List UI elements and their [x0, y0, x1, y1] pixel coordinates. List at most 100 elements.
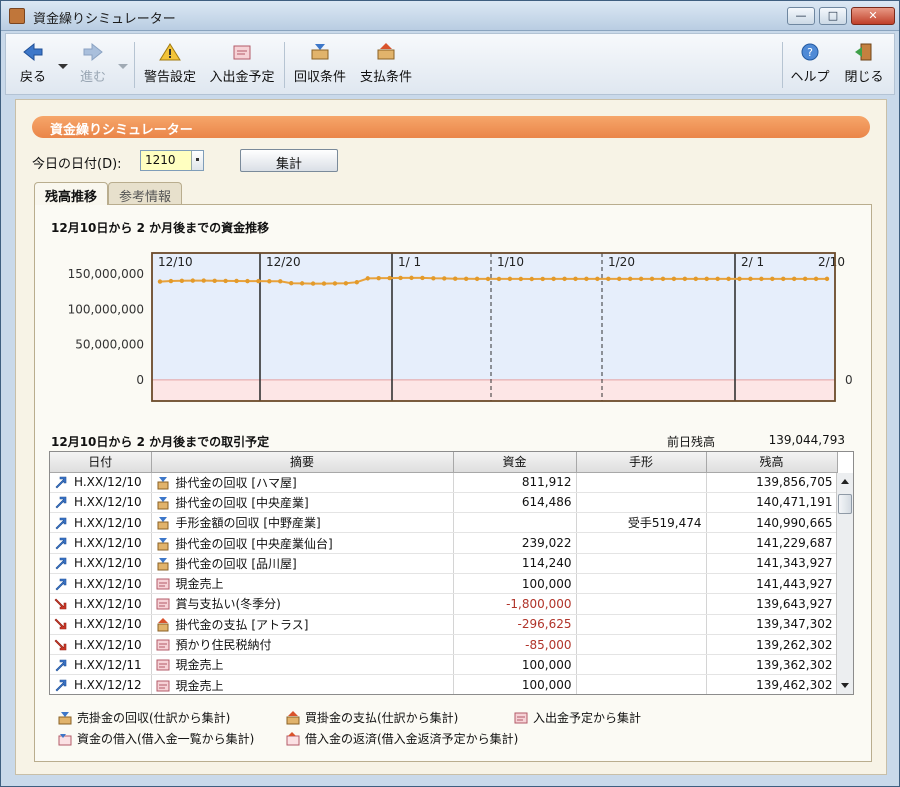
minimize-button[interactable]: — — [787, 7, 815, 25]
date-text: H.XX/12/10 — [74, 515, 142, 530]
table-header-row: 日付 摘要 資金 手形 残高 — [50, 452, 838, 473]
table-row[interactable]: H.XX/12/10 掛代金の回収 [品川屋] 114,240 141,343,927 — [50, 553, 838, 574]
legend-label-repay: 借入金の返済(借入金返済予定から集計) — [305, 732, 519, 746]
schedule-icon — [156, 658, 170, 672]
warning-icon — [159, 43, 181, 61]
description-text: 掛代金の支払 [アトラス] — [175, 617, 309, 632]
column-header-description[interactable]: 摘要 — [151, 452, 454, 473]
back-history-dropdown-icon[interactable] — [58, 64, 68, 69]
chart-data-point — [660, 276, 666, 282]
forward-history-dropdown-icon[interactable] — [118, 64, 128, 69]
note-cell — [576, 553, 707, 574]
scroll-down-icon[interactable] — [841, 683, 849, 688]
chart-data-point — [442, 276, 447, 281]
balance-chart-svg: 12/10 12/20 1/ 1 1/10 1/20 2/ 1 2/10 150,000,00… — [68, 252, 853, 402]
legend-item-repay: 借入金の返済(借入金返済予定から集計) — [285, 730, 518, 747]
description-cell: 掛代金の回収 [品川屋] — [151, 553, 454, 574]
date-cell: H.XX/12/10 — [50, 593, 152, 615]
maximize-button[interactable]: □ — [819, 7, 847, 25]
io-schedule-icon — [514, 712, 528, 724]
balance-section-title: 12月10日から 2 か月後までの資金推移 — [51, 221, 270, 235]
table-row[interactable]: H.XX/12/10 掛代金の回収 [ハマ屋] 811,912 139,856,705 — [50, 472, 838, 493]
description-cell: 掛代金の回収 [ハマ屋] — [151, 472, 454, 493]
date-text: H.XX/12/10 — [74, 576, 142, 591]
chart-y-tick-label: 50,000,000 — [75, 338, 144, 352]
column-header-balance[interactable]: 残高 — [706, 452, 838, 473]
chart-data-point — [376, 275, 381, 281]
table-row[interactable]: H.XX/12/10 手形金額の回収 [中野産業] 受手519,474 140,990… — [50, 512, 838, 534]
tab-reference[interactable]: 参考情報 — [108, 182, 183, 205]
fund-cell: 114,240 — [453, 553, 577, 574]
chart-data-point — [638, 276, 644, 282]
date-label: 今日の日付(D): — [32, 157, 122, 172]
chart-data-point — [595, 276, 600, 282]
column-header-date[interactable]: 日付 — [50, 452, 152, 473]
chart-data-point — [562, 276, 567, 282]
back-button[interactable]: 戻る — [12, 40, 54, 90]
chart-right-tick-label: 0 — [845, 373, 853, 387]
table-row[interactable]: H.XX/12/10 現金売上 100,000 141,443,927 — [50, 573, 838, 595]
chart-data-point — [737, 276, 742, 282]
balance-cell: 139,347,302 — [706, 614, 838, 635]
date-text: H.XX/12/10 — [74, 556, 142, 571]
chart-data-point — [420, 275, 425, 281]
close-window-button[interactable]: ✕ — [851, 7, 895, 25]
sum-button[interactable]: 集計 — [240, 149, 338, 172]
outgoing-arrow-icon — [54, 617, 68, 631]
help-label: ヘルプ — [790, 70, 830, 85]
date-spinner[interactable] — [191, 151, 203, 170]
scroll-up-icon[interactable] — [841, 479, 849, 484]
table-row[interactable]: H.XX/12/12 現金売上 100,000 139,462,302 — [50, 674, 838, 694]
balance-chart: 12/10 12/20 1/ 1 1/10 1/20 2/ 1 2/10 150,000,00… — [35, 239, 871, 409]
fund-cell: 239,022 — [453, 532, 577, 554]
chart-data-point — [682, 276, 688, 282]
scroll-thumb[interactable] — [838, 494, 852, 514]
forward-button[interactable]: 進む — [72, 40, 114, 90]
panel-title: 資金繰りシミュレーター — [32, 116, 870, 138]
warning-settings-button[interactable]: 警告設定 — [140, 40, 200, 90]
io-schedule-icon — [233, 45, 251, 60]
description-text: 掛代金の回収 [ハマ屋] — [175, 475, 297, 490]
legend-item-borrow: 資金の借入(借入金一覧から集計) — [57, 730, 254, 747]
chart-data-point — [551, 276, 556, 282]
close-icon: ✕ — [868, 9, 878, 22]
chart-data-point — [201, 278, 206, 283]
table-row[interactable]: H.XX/12/10 預かり住民税納付 -85,000 139,262,302 — [50, 634, 838, 656]
description-cell: 掛代金の回収 [中央産業] — [151, 492, 454, 514]
tab-panel: 12月10日から 2 か月後までの資金推移 12/10 12/20 1/ 1 1/10… — [34, 204, 872, 762]
balance-cell: 139,643,927 — [706, 593, 838, 615]
help-button[interactable]: ? ヘルプ — [786, 40, 834, 90]
column-header-note[interactable]: 手形 — [576, 452, 707, 473]
table-row[interactable]: H.XX/12/10 掛代金の回収 [中央産業仙台] 239,022 141,229,… — [50, 532, 838, 554]
balance-cell: 140,990,665 — [706, 512, 838, 534]
fund-cell: -296,625 — [453, 614, 577, 635]
date-value: 1210 — [145, 153, 176, 167]
toolbar-separator — [284, 42, 285, 88]
table-row[interactable]: H.XX/12/10 賞与支払い(冬季分) -1,800,000 139,643,92… — [50, 593, 838, 615]
table-row[interactable]: H.XX/12/11 現金売上 100,000 139,362,302 — [50, 654, 838, 676]
balance-cell: 139,462,302 — [706, 674, 838, 694]
payment-terms-button[interactable]: 支払条件 — [356, 40, 416, 90]
legend-item-payment: 買掛金の支払(仕訳から集計) — [285, 709, 458, 726]
vertical-scrollbar[interactable] — [836, 473, 853, 694]
date-cell: H.XX/12/10 — [50, 634, 152, 656]
table-row[interactable]: H.XX/12/10 掛代金の回収 [中央産業] 614,486 140,471,19… — [50, 492, 838, 514]
payment-icon — [286, 711, 300, 725]
tab-balance[interactable]: 残高推移 — [34, 182, 109, 205]
note-cell — [576, 532, 707, 554]
collect-icon — [156, 476, 170, 490]
incoming-arrow-icon — [54, 536, 68, 550]
forward-label: 進む — [79, 70, 106, 85]
io-schedule-button[interactable]: 入出金予定 — [206, 40, 278, 90]
note-cell: 受手519,474 — [576, 512, 707, 534]
chart-data-point — [693, 276, 698, 282]
note-cell — [576, 654, 707, 676]
collection-terms-button[interactable]: 回収条件 — [290, 40, 350, 90]
close-button[interactable]: 閉じる — [838, 40, 890, 90]
description-cell: 掛代金の支払 [アトラス] — [151, 614, 454, 635]
table-row[interactable]: H.XX/12/10 掛代金の支払 [アトラス] -296,625 139,347,3… — [50, 614, 838, 635]
chart-data-point — [343, 281, 349, 286]
date-field[interactable]: 1210 — [140, 150, 204, 171]
column-header-fund[interactable]: 資金 — [453, 452, 577, 473]
legend-label-payment: 買掛金の支払(仕訳から集計) — [305, 711, 459, 725]
